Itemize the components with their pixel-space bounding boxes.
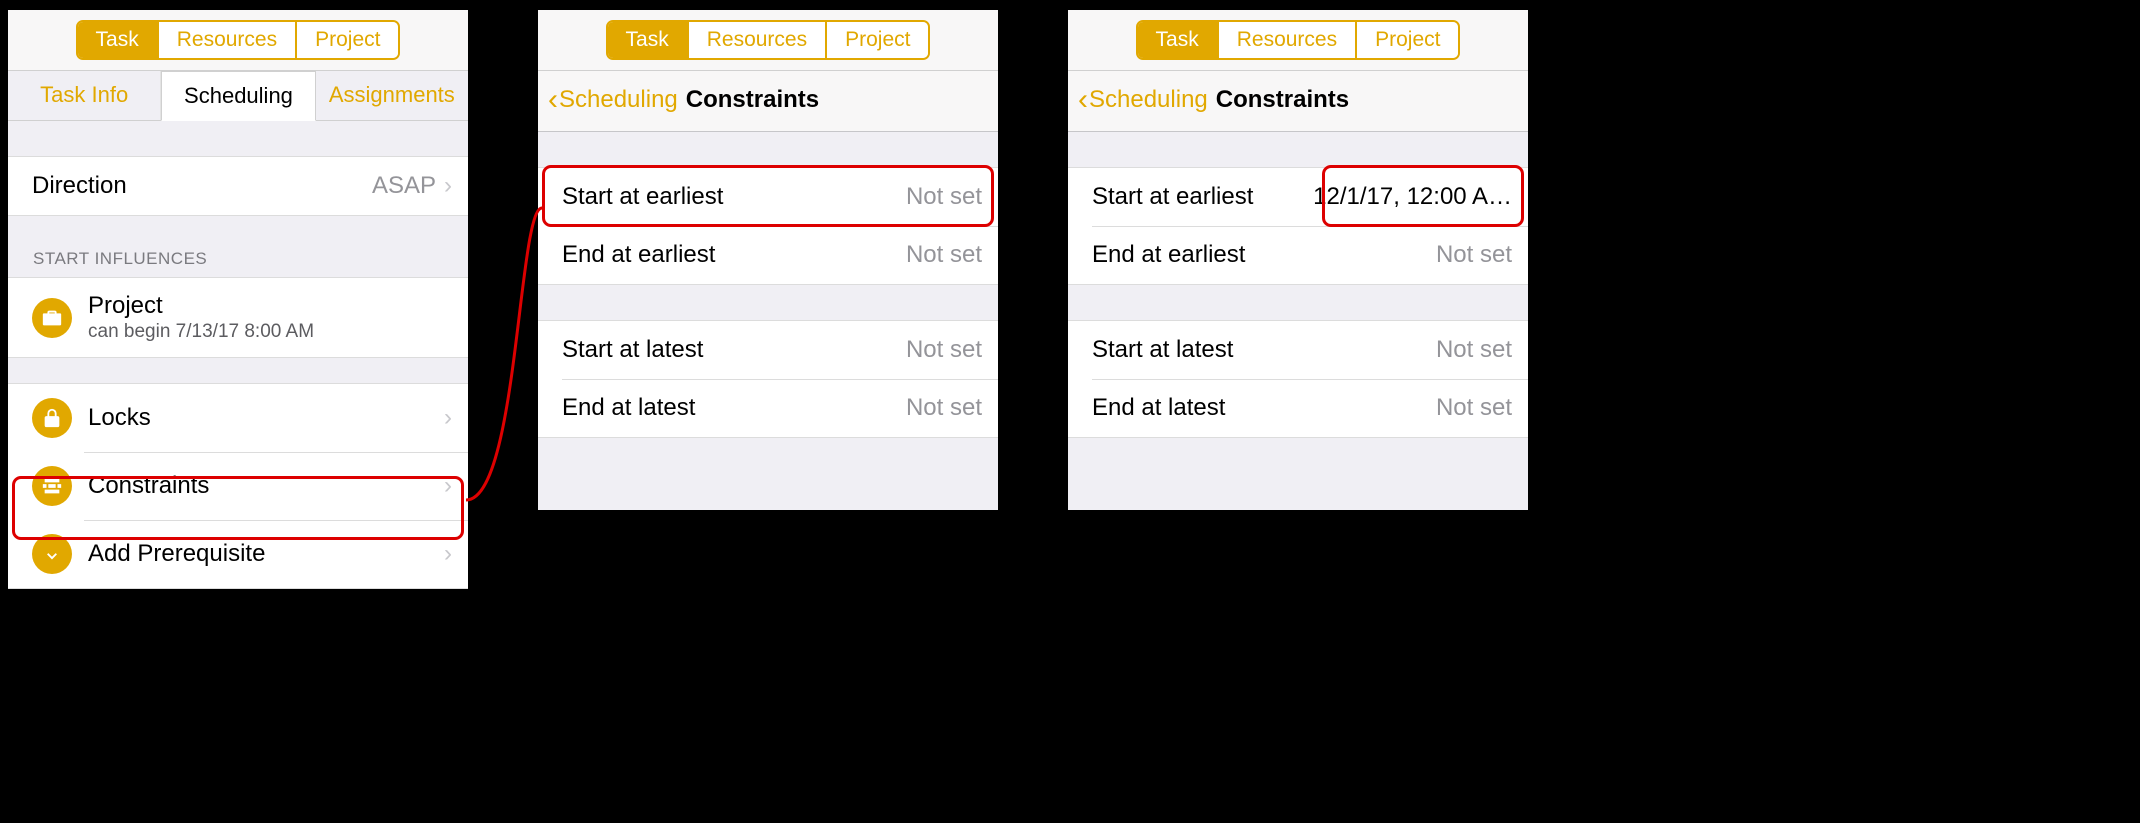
project-influence-row[interactable]: Project can begin 7/13/17 8:00 AM bbox=[8, 278, 468, 357]
tab-assignments[interactable]: Assignments bbox=[316, 71, 468, 120]
start-earliest-label: Start at earliest bbox=[1092, 183, 1313, 211]
nav-title: Constraints bbox=[1216, 86, 1349, 114]
end-earliest-row[interactable]: End at earliest Not set bbox=[538, 226, 998, 284]
segmented-bar: Task Resources Project bbox=[1068, 10, 1528, 71]
chevron-right-icon: › bbox=[444, 540, 452, 568]
seg-resources[interactable]: Resources bbox=[1219, 22, 1357, 58]
locks-row[interactable]: Locks › bbox=[8, 384, 468, 452]
chevron-right-icon: › bbox=[444, 404, 452, 432]
end-earliest-label: End at earliest bbox=[562, 241, 906, 269]
end-earliest-row[interactable]: End at earliest Not set bbox=[1068, 226, 1528, 284]
segmented-bar: Task Resources Project bbox=[8, 10, 468, 71]
nav-title: Constraints bbox=[686, 86, 819, 114]
start-earliest-row[interactable]: Start at earliest 12/1/17, 12:00 A… bbox=[1068, 168, 1528, 226]
end-latest-label: End at latest bbox=[1092, 394, 1436, 422]
back-label[interactable]: Scheduling bbox=[1089, 86, 1208, 114]
direction-row[interactable]: Direction ASAP › bbox=[8, 157, 468, 215]
add-prereq-label: Add Prerequisite bbox=[88, 540, 436, 568]
chevron-right-icon: › bbox=[444, 172, 452, 200]
back-chevron-icon[interactable]: ‹ bbox=[548, 83, 558, 117]
end-earliest-value: Not set bbox=[906, 241, 982, 269]
start-earliest-value: 12/1/17, 12:00 A… bbox=[1313, 183, 1512, 211]
start-earliest-value: Not set bbox=[906, 183, 982, 211]
start-latest-value: Not set bbox=[906, 336, 982, 364]
tab-task-info[interactable]: Task Info bbox=[8, 71, 161, 120]
start-earliest-label: Start at earliest bbox=[562, 183, 906, 211]
panel-constraints-1: Task Resources Project ‹ Scheduling Cons… bbox=[538, 10, 998, 510]
locks-label: Locks bbox=[88, 404, 436, 432]
back-chevron-icon[interactable]: ‹ bbox=[1078, 83, 1088, 117]
end-latest-row[interactable]: End at latest Not set bbox=[1068, 379, 1528, 437]
end-latest-label: End at latest bbox=[562, 394, 906, 422]
direction-value: ASAP bbox=[372, 172, 436, 200]
start-latest-label: Start at latest bbox=[1092, 336, 1436, 364]
start-latest-row[interactable]: Start at latest Not set bbox=[538, 321, 998, 379]
end-latest-value: Not set bbox=[906, 394, 982, 422]
direction-label: Direction bbox=[32, 172, 372, 200]
end-earliest-value: Not set bbox=[1436, 241, 1512, 269]
start-influences-header: START INFLUENCES bbox=[8, 241, 468, 277]
seg-project[interactable]: Project bbox=[1357, 22, 1458, 58]
project-sublabel: can begin 7/13/17 8:00 AM bbox=[88, 321, 452, 343]
start-latest-label: Start at latest bbox=[562, 336, 906, 364]
seg-resources[interactable]: Resources bbox=[689, 22, 827, 58]
end-latest-row[interactable]: End at latest Not set bbox=[538, 379, 998, 437]
tabs: Task Info Scheduling Assignments bbox=[8, 71, 468, 121]
chevron-right-icon: › bbox=[444, 472, 452, 500]
seg-task[interactable]: Task bbox=[608, 22, 689, 58]
project-label: Project bbox=[88, 292, 452, 320]
tab-scheduling[interactable]: Scheduling bbox=[161, 71, 315, 121]
nav-bar: ‹ Scheduling Constraints bbox=[538, 71, 998, 132]
seg-project[interactable]: Project bbox=[297, 22, 398, 58]
briefcase-icon bbox=[32, 298, 72, 338]
start-latest-row[interactable]: Start at latest Not set bbox=[1068, 321, 1528, 379]
nav-bar: ‹ Scheduling Constraints bbox=[1068, 71, 1528, 132]
lock-icon bbox=[32, 398, 72, 438]
constraints-icon bbox=[32, 466, 72, 506]
constraints-row[interactable]: Constraints › bbox=[8, 452, 468, 520]
end-earliest-label: End at earliest bbox=[1092, 241, 1436, 269]
panel-scheduling: Task Resources Project Task Info Schedul… bbox=[8, 10, 468, 589]
seg-task[interactable]: Task bbox=[1138, 22, 1219, 58]
back-label[interactable]: Scheduling bbox=[559, 86, 678, 114]
seg-resources[interactable]: Resources bbox=[159, 22, 297, 58]
seg-project[interactable]: Project bbox=[827, 22, 928, 58]
seg-task[interactable]: Task bbox=[78, 22, 159, 58]
start-latest-value: Not set bbox=[1436, 336, 1512, 364]
constraints-label: Constraints bbox=[88, 472, 436, 500]
panel-constraints-2: Task Resources Project ‹ Scheduling Cons… bbox=[1068, 10, 1528, 510]
start-earliest-row[interactable]: Start at earliest Not set bbox=[538, 168, 998, 226]
segmented-bar: Task Resources Project bbox=[538, 10, 998, 71]
end-latest-value: Not set bbox=[1436, 394, 1512, 422]
add-prereq-row[interactable]: Add Prerequisite › bbox=[8, 520, 468, 588]
arrow-down-icon bbox=[32, 534, 72, 574]
